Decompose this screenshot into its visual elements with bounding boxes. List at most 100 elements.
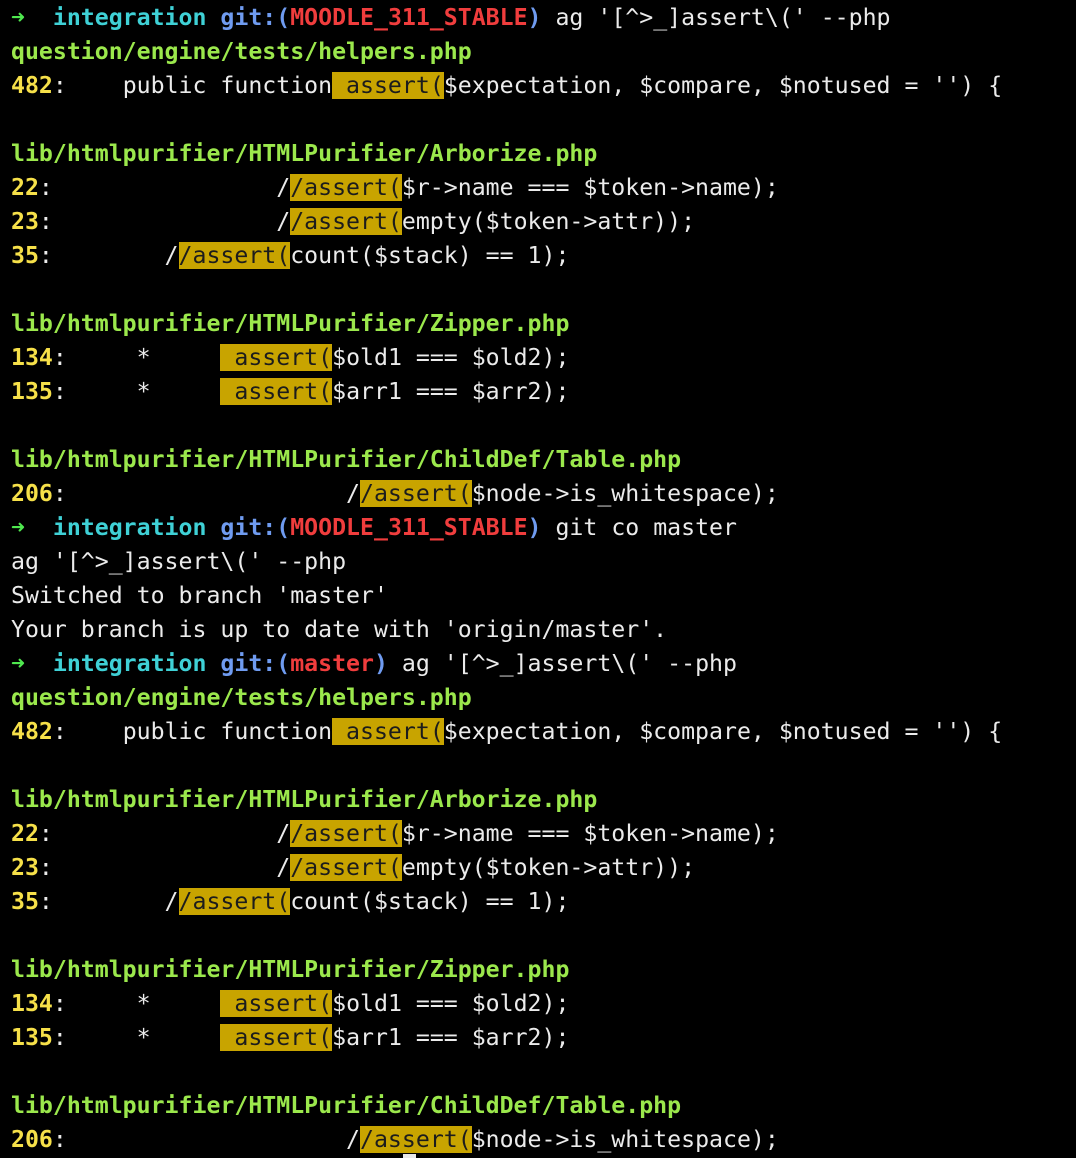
terminal-line: lib/htmlpurifier/HTMLPurifier/ChildDef/T…: [11, 443, 1076, 477]
terminal-text: Your branch is up to date with 'origin/m…: [11, 616, 668, 643]
terminal-text: : *: [52, 1024, 221, 1051]
prompt-directory: integration: [38, 650, 207, 677]
terminal-text: Switched to branch 'master': [11, 582, 388, 609]
terminal-text: ag '[^>_]assert\(' --php: [541, 4, 891, 31]
terminal-line: 206: //assert($node->is_whitespace);: [11, 1123, 1076, 1157]
match-line-number: 35: [11, 242, 39, 269]
terminal-text: ag '[^>_]assert\(' --php: [11, 548, 347, 575]
terminal-text: : public function: [52, 718, 333, 745]
match-highlight: assert(: [220, 1024, 333, 1051]
terminal-output: ➜ integration git:(MOODLE_311_STABLE) ag…: [11, 1, 1076, 1157]
terminal-window[interactable]: ➜ integration git:(MOODLE_311_STABLE) ag…: [0, 0, 1076, 1158]
terminal-line: 135: * assert($arr1 === $arr2);: [11, 375, 1076, 409]
prompt-directory: integration: [38, 4, 207, 31]
terminal-text: : /: [38, 888, 179, 915]
terminal-line: question/engine/tests/helpers.php: [11, 681, 1076, 715]
terminal-text: : /: [38, 208, 291, 235]
match-file-path: lib/htmlpurifier/HTMLPurifier/ChildDef/T…: [11, 446, 682, 473]
prompt-git-label: git:(: [206, 650, 291, 677]
match-file-path: question/engine/tests/helpers.php: [11, 38, 472, 65]
terminal-line: lib/htmlpurifier/HTMLPurifier/Zipper.php: [11, 953, 1076, 987]
terminal-text: $expectation, $compare, $notused = '') {: [443, 72, 1003, 99]
terminal-text: empty($token->attr));: [401, 208, 696, 235]
terminal-text: ag '[^>_]assert\(' --php: [387, 650, 737, 677]
match-highlight: /assert(: [360, 480, 472, 507]
terminal-line: 23: //assert(empty($token->attr));: [11, 205, 1076, 239]
match-file-path: lib/htmlpurifier/HTMLPurifier/Arborize.p…: [11, 140, 598, 167]
terminal-line: question/engine/tests/helpers.php: [11, 35, 1076, 69]
match-line-number: 134: [11, 990, 53, 1017]
terminal-text: $node->is_whitespace);: [471, 1126, 779, 1153]
terminal-line: ag '[^>_]assert\(' --php: [11, 545, 1076, 579]
match-highlight: assert(: [332, 718, 444, 745]
terminal-line: lib/htmlpurifier/HTMLPurifier/ChildDef/T…: [11, 1089, 1076, 1123]
terminal-text: : /: [38, 820, 291, 847]
match-line-number: 23: [11, 854, 39, 881]
match-highlight: assert(: [220, 344, 333, 371]
terminal-text: $old1 === $old2);: [332, 990, 570, 1017]
terminal-line: lib/htmlpurifier/HTMLPurifier/Zipper.php: [11, 307, 1076, 341]
prompt-arrow-icon: ➜: [11, 514, 39, 541]
prompt-git-label: ): [527, 514, 542, 541]
match-highlight: /assert(: [290, 208, 402, 235]
terminal-text: $node->is_whitespace);: [471, 480, 779, 507]
terminal-line: 22: //assert($r->name === $token->name);: [11, 817, 1076, 851]
match-file-path: lib/htmlpurifier/HTMLPurifier/Arborize.p…: [11, 786, 598, 813]
terminal-text: empty($token->attr));: [401, 854, 696, 881]
terminal-line: ➜ integration git:(master) ag '[^>_]asse…: [11, 647, 1076, 681]
terminal-line: 134: * assert($old1 === $old2);: [11, 341, 1076, 375]
prompt-branch-name: MOODLE_311_STABLE: [290, 4, 528, 31]
match-highlight: /assert(: [178, 242, 291, 269]
match-line-number: 135: [11, 378, 53, 405]
match-highlight: /assert(: [178, 888, 291, 915]
terminal-line: ➜ integration git:(MOODLE_311_STABLE) ag…: [11, 1, 1076, 35]
terminal-text: $expectation, $compare, $notused = '') {: [443, 718, 1003, 745]
terminal-text: $arr1 === $arr2);: [332, 378, 570, 405]
match-line-number: 206: [11, 480, 53, 507]
match-line-number: 23: [11, 208, 39, 235]
match-highlight: /assert(: [290, 820, 402, 847]
terminal-text: : *: [52, 344, 221, 371]
match-file-path: lib/htmlpurifier/HTMLPurifier/Zipper.php: [11, 956, 570, 983]
terminal-line: ➜ integration git:(MOODLE_311_STABLE) gi…: [11, 511, 1076, 545]
match-line-number: 206: [11, 1126, 53, 1153]
terminal-line: lib/htmlpurifier/HTMLPurifier/Arborize.p…: [11, 137, 1076, 171]
terminal-line: 135: * assert($arr1 === $arr2);: [11, 1021, 1076, 1055]
match-line-number: 482: [11, 718, 53, 745]
terminal-text: : *: [52, 378, 221, 405]
text-cursor: [403, 1154, 416, 1158]
prompt-branch-name: master: [290, 650, 374, 677]
terminal-text: git co master: [541, 514, 737, 541]
terminal-text: : /: [38, 174, 291, 201]
terminal-line: 482: public function assert($expectation…: [11, 715, 1076, 749]
prompt-arrow-icon: ➜: [11, 4, 39, 31]
terminal-line: 35: //assert(count($stack) == 1);: [11, 885, 1076, 919]
terminal-text: $r->name === $token->name);: [401, 820, 779, 847]
terminal-text: count($stack) == 1);: [290, 888, 570, 915]
terminal-line: lib/htmlpurifier/HTMLPurifier/Arborize.p…: [11, 783, 1076, 817]
match-file-path: lib/htmlpurifier/HTMLPurifier/Zipper.php: [11, 310, 570, 337]
terminal-text: $arr1 === $arr2);: [332, 1024, 570, 1051]
terminal-text: : /: [38, 242, 179, 269]
match-file-path: question/engine/tests/helpers.php: [11, 684, 472, 711]
terminal-line: 134: * assert($old1 === $old2);: [11, 987, 1076, 1021]
match-line-number: 134: [11, 344, 53, 371]
prompt-git-label: ): [373, 650, 388, 677]
terminal-line: Switched to branch 'master': [11, 579, 1076, 613]
match-highlight: /assert(: [360, 1126, 472, 1153]
terminal-line: 482: public function assert($expectation…: [11, 69, 1076, 103]
prompt-branch-name: MOODLE_311_STABLE: [290, 514, 528, 541]
terminal-line: 206: //assert($node->is_whitespace);: [11, 477, 1076, 511]
terminal-line: 35: //assert(count($stack) == 1);: [11, 239, 1076, 273]
terminal-text: count($stack) == 1);: [290, 242, 570, 269]
terminal-text: : public function: [52, 72, 333, 99]
terminal-line: 22: //assert($r->name === $token->name);: [11, 171, 1076, 205]
prompt-git-label: git:(: [206, 4, 291, 31]
terminal-line: 23: //assert(empty($token->attr));: [11, 851, 1076, 885]
match-highlight: /assert(: [290, 174, 402, 201]
